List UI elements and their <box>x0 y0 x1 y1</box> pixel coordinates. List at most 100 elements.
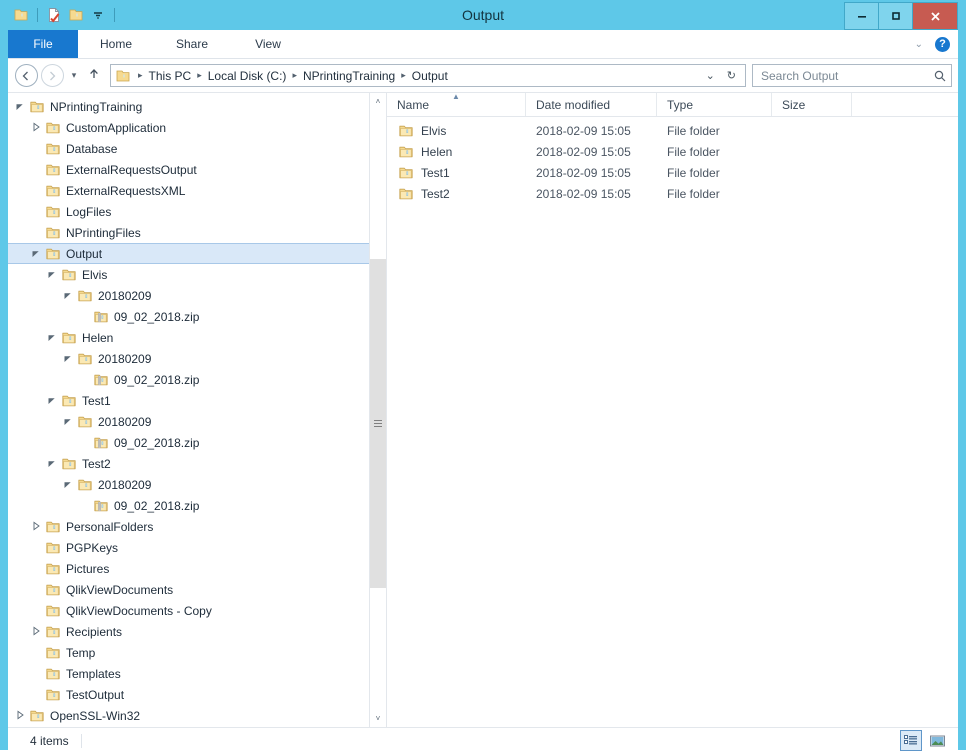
tree-item-openssl-win32[interactable]: OpenSSL-Win32 <box>8 705 386 726</box>
scroll-down-button[interactable]: ˅ <box>370 710 386 727</box>
tab-view[interactable]: View <box>230 30 306 58</box>
tree-item-09-02-2018-zip[interactable]: 09_02_2018.zip <box>8 306 386 327</box>
chevron-down-icon[interactable] <box>44 269 60 281</box>
forward-button[interactable] <box>40 64 64 88</box>
tree-item-customapplication[interactable]: CustomApplication <box>8 117 386 138</box>
recent-locations-icon[interactable]: ▾ <box>66 70 82 81</box>
table-row[interactable]: Test2 2018-02-09 15:05 File folder <box>387 183 958 204</box>
tree-item-nprintingtraining[interactable]: NPrintingTraining <box>8 96 386 117</box>
tree-item-externalrequestsxml[interactable]: ExternalRequestsXML <box>8 180 386 201</box>
tree-item-recipients[interactable]: Recipients <box>8 621 386 642</box>
chevron-down-icon[interactable] <box>12 101 28 113</box>
tree-item-label: PGPKeys <box>66 540 119 555</box>
tab-home[interactable]: Home <box>78 30 154 58</box>
chevron-down-icon[interactable] <box>60 353 76 365</box>
tree-item-09-02-2018-zip[interactable]: 09_02_2018.zip <box>8 432 386 453</box>
customize-qat-icon[interactable] <box>87 4 109 26</box>
tree-item-elvis[interactable]: Elvis <box>8 264 386 285</box>
up-button[interactable] <box>84 67 104 84</box>
maximize-button[interactable] <box>878 2 913 30</box>
help-icon[interactable]: ? <box>935 36 950 52</box>
breadcrumb-item-this-pc[interactable]: This PC <box>146 69 195 83</box>
tree-item-database[interactable]: Database <box>8 138 386 159</box>
folder-icon <box>44 666 62 682</box>
table-row[interactable]: Helen 2018-02-09 15:05 File folder <box>387 141 958 162</box>
tree-item-label: Temp <box>66 645 96 660</box>
scrollbar-thumb[interactable] <box>370 259 386 588</box>
close-button[interactable] <box>912 2 958 30</box>
chevron-right-icon[interactable] <box>28 626 44 638</box>
tree-item-09-02-2018-zip[interactable]: 09_02_2018.zip <box>8 495 386 516</box>
tree-item-test1[interactable]: Test1 <box>8 390 386 411</box>
properties-icon[interactable] <box>43 4 65 26</box>
breadcrumb-item-nprintingtraining[interactable]: NPrintingTraining <box>300 69 398 83</box>
ribbon-tabs: File Home Share View ⌄ ? <box>8 30 958 59</box>
chevron-down-icon[interactable] <box>60 290 76 302</box>
tree-item-output[interactable]: Output <box>8 243 385 264</box>
scroll-up-button[interactable]: ˄ <box>370 93 386 110</box>
folder-icon <box>28 708 46 724</box>
new-folder-icon[interactable] <box>65 4 87 26</box>
tree-item-temp[interactable]: Temp <box>8 642 386 663</box>
large-icons-view-button[interactable] <box>926 730 948 751</box>
breadcrumb-dropdown-icon[interactable]: ⌄ <box>701 69 720 82</box>
column-header-type[interactable]: Type <box>657 93 772 116</box>
tree-item-pgpkeys[interactable]: PGPKeys <box>8 537 386 558</box>
tree-item-pictures[interactable]: Pictures <box>8 558 386 579</box>
search-box[interactable]: Search Output <box>752 64 952 87</box>
tree-item-label: NPrintingFiles <box>66 225 141 240</box>
breadcrumb-item-local-disk[interactable]: Local Disk (C:) <box>205 69 290 83</box>
tab-share[interactable]: Share <box>154 30 230 58</box>
tree-item-helen[interactable]: Helen <box>8 327 386 348</box>
breadcrumb-folder-icon <box>115 68 131 84</box>
tree-item-test2[interactable]: Test2 <box>8 453 386 474</box>
tree-item-20180209[interactable]: 20180209 <box>8 348 386 369</box>
forward-arrow-icon <box>40 64 64 87</box>
column-header-name[interactable]: ▲ Name <box>387 93 526 116</box>
system-menu-folder-icon[interactable] <box>10 4 32 26</box>
tree-item-testoutput[interactable]: TestOutput <box>8 684 386 705</box>
tree-item-nprintingfiles[interactable]: NPrintingFiles <box>8 222 386 243</box>
tree-item-externalrequestsoutput[interactable]: ExternalRequestsOutput <box>8 159 386 180</box>
tab-file[interactable]: File <box>8 30 78 58</box>
back-button[interactable] <box>14 64 38 88</box>
chevron-down-icon[interactable] <box>44 458 60 470</box>
tree-item-20180209[interactable]: 20180209 <box>8 285 386 306</box>
file-name-label: Test2 <box>421 186 450 201</box>
chevron-down-icon[interactable] <box>60 479 76 491</box>
window-controls <box>844 2 958 30</box>
search-input[interactable]: Search Output <box>757 69 933 83</box>
tree-item-templates[interactable]: Templates <box>8 663 386 684</box>
table-row[interactable]: Elvis 2018-02-09 15:05 File folder <box>387 120 958 141</box>
breadcrumb[interactable]: ▸ This PC ▸ Local Disk (C:) ▸ NPrintingT… <box>110 64 746 87</box>
chevron-right-icon[interactable] <box>28 521 44 533</box>
chevron-down-icon[interactable] <box>28 248 44 260</box>
table-row[interactable]: Test1 2018-02-09 15:05 File folder <box>387 162 958 183</box>
tree-item-09-02-2018-zip[interactable]: 09_02_2018.zip <box>8 369 386 390</box>
column-header-size[interactable]: Size <box>772 93 852 116</box>
details-view-button[interactable] <box>900 730 922 751</box>
folder-icon <box>44 183 62 199</box>
tree-item-20180209[interactable]: 20180209 <box>8 411 386 432</box>
tree-item-logfiles[interactable]: LogFiles <box>8 201 386 222</box>
refresh-icon[interactable]: ↻ <box>722 69 741 82</box>
tree-item-20180209[interactable]: 20180209 <box>8 474 386 495</box>
tree-item-qlikviewdocuments[interactable]: QlikViewDocuments <box>8 579 386 600</box>
chevron-right-icon[interactable] <box>28 122 44 134</box>
folder-icon <box>44 141 62 157</box>
chevron-down-icon[interactable]: ⌄ <box>911 39 927 50</box>
tree-item-qlikviewdocuments-copy[interactable]: QlikViewDocuments - Copy <box>8 600 386 621</box>
chevron-down-icon[interactable] <box>60 416 76 428</box>
tree-item-personalfolders[interactable]: PersonalFolders <box>8 516 386 537</box>
column-header-date-modified[interactable]: Date modified <box>526 93 657 116</box>
minimize-button[interactable] <box>844 2 879 30</box>
chevron-down-icon[interactable] <box>44 332 60 344</box>
breadcrumb-item-output[interactable]: Output <box>409 69 451 83</box>
column-header-size-label: Size <box>782 97 806 112</box>
chevron-right-icon[interactable] <box>12 710 28 722</box>
chevron-down-icon[interactable] <box>44 395 60 407</box>
status-separator <box>80 734 82 748</box>
tree-scrollbar[interactable]: ˄ ˅ <box>369 93 386 727</box>
folder-icon <box>60 456 78 472</box>
ribbon-right-controls: ⌄ ? <box>911 30 954 58</box>
